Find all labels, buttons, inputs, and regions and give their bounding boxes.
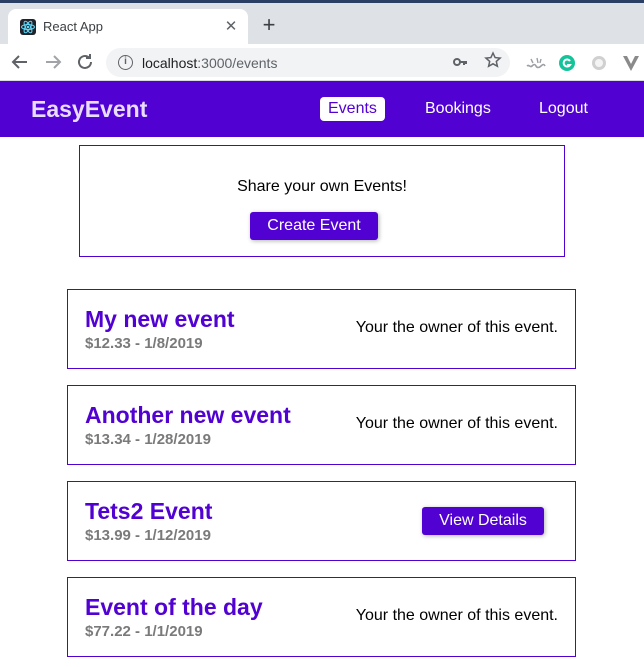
create-event-button[interactable]: Create Event [250, 212, 378, 240]
new-tab-button[interactable]: + [259, 14, 279, 36]
tab-title: React App [43, 19, 103, 34]
star-icon[interactable] [484, 51, 502, 74]
address-url[interactable]: localhost:3000/events [142, 55, 277, 71]
back-arrow-icon[interactable] [8, 50, 32, 74]
ext-icon[interactable] [526, 54, 546, 72]
nav-logout-link[interactable]: Logout [531, 97, 596, 121]
url-path: :3000/events [197, 55, 278, 71]
grammarly-icon[interactable] [558, 54, 576, 72]
event-owner-note: Your the owner of this event. [355, 319, 558, 336]
event-card: Event of the day $77.22 - 1/1/2019 Your … [67, 577, 576, 657]
tab-close-icon[interactable]: ✕ [222, 18, 240, 36]
event-price-date: $77.22 - 1/1/2019 [85, 623, 203, 640]
event-card: Another new event $13.34 - 1/28/2019 You… [67, 385, 576, 465]
app-brand[interactable]: EasyEvent [31, 96, 147, 123]
nav-bookings-link[interactable]: Bookings [417, 97, 499, 121]
create-event-prompt: Share your own Events! [237, 178, 407, 195]
event-price-date: $13.99 - 1/12/2019 [85, 527, 211, 544]
forward-arrow-icon[interactable] [41, 50, 65, 74]
event-card: My new event $12.33 - 1/8/2019 Your the … [67, 289, 576, 369]
event-card: Tets2 Event $13.99 - 1/12/2019 View Deta… [67, 481, 576, 561]
view-details-button[interactable]: View Details [422, 507, 544, 535]
app-navbar: EasyEvent Events Bookings Logout [0, 81, 644, 137]
event-owner-note: Your the owner of this event. [355, 415, 558, 432]
address-bar[interactable]: i localhost:3000/events [106, 48, 510, 77]
browser-tab[interactable]: React App ✕ [8, 9, 248, 45]
event-title: My new event [85, 306, 235, 332]
key-icon[interactable] [452, 54, 468, 73]
event-owner-note: Your the owner of this event. [355, 607, 558, 624]
info-icon[interactable]: i [118, 55, 133, 70]
nav-events-link[interactable]: Events [320, 97, 385, 121]
browser-toolbar: i localhost:3000/events [0, 44, 644, 81]
event-title: Another new event [85, 402, 291, 428]
react-favicon-icon [20, 19, 36, 35]
event-title: Event of the day [85, 594, 263, 620]
browser-tab-strip: React App ✕ + [0, 0, 644, 45]
ext-circle-icon[interactable] [590, 54, 608, 72]
create-event-panel: Share your own Events! Create Event [79, 145, 565, 257]
ext-v-icon[interactable] [622, 54, 640, 72]
event-title: Tets2 Event [85, 498, 213, 524]
reload-icon[interactable] [73, 50, 97, 74]
url-host: localhost [142, 55, 198, 71]
window-top-border [0, 0, 644, 3]
event-price-date: $12.33 - 1/8/2019 [85, 335, 203, 352]
event-price-date: $13.34 - 1/28/2019 [85, 431, 211, 448]
